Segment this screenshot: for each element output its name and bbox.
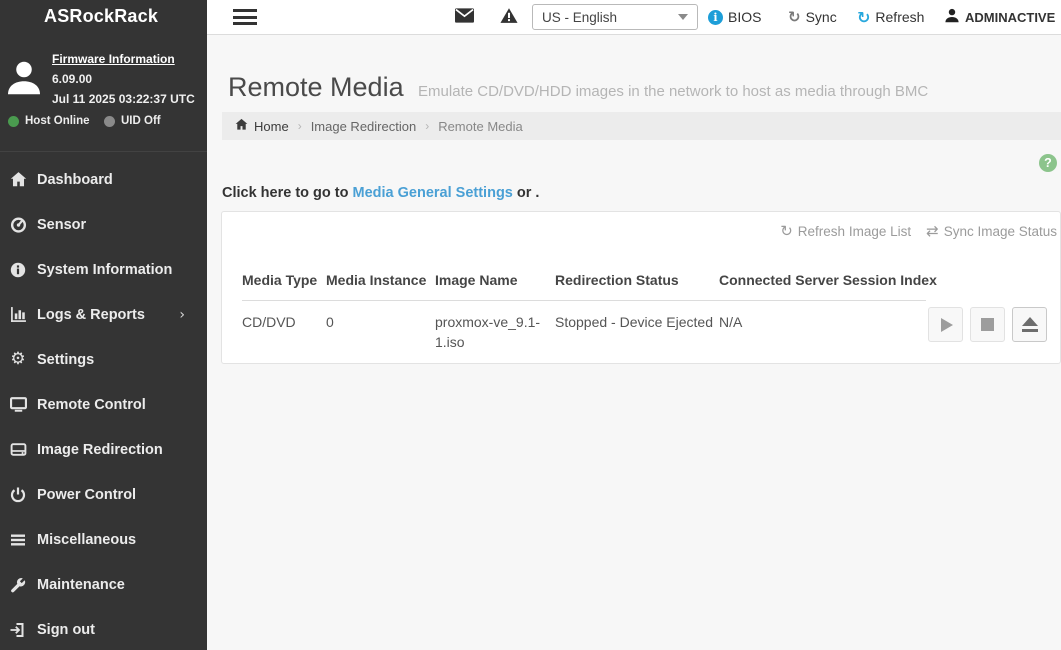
col-image-name: Image Name <box>435 272 555 288</box>
stop-media-button[interactable] <box>970 307 1005 342</box>
cell-session-index: N/A <box>719 312 934 352</box>
host-status: Host Online <box>8 115 90 127</box>
warning-icon <box>500 11 518 28</box>
envelope-icon <box>455 10 474 27</box>
bios-button[interactable]: i BIOS <box>708 0 761 34</box>
media-actions <box>928 307 1047 342</box>
remote-media-panel: ↻ Refresh Image List ⇄ Sync Image Status… <box>221 211 1061 364</box>
gear-icon: ⚙ <box>7 351 29 368</box>
firmware-date: Jul 11 2025 03:22:37 UTC <box>52 92 195 106</box>
firmware-version: 6.09.00 <box>52 72 92 86</box>
firmware-information-link[interactable]: Firmware Information <box>52 52 175 66</box>
sync-button[interactable]: ↻ Sync <box>788 0 837 34</box>
menu-toggle-icon[interactable] <box>233 9 257 29</box>
host-online-dot <box>8 116 19 127</box>
chevron-down-icon <box>678 14 688 20</box>
eject-media-button[interactable] <box>1012 307 1047 342</box>
sidebar-item-image-redirection[interactable]: Image Redirection <box>0 427 207 472</box>
sidebar-item-sensor[interactable]: Sensor <box>0 202 207 247</box>
home-icon <box>235 118 248 134</box>
cell-media-instance: 0 <box>326 312 435 352</box>
sidebar-item-remote-control[interactable]: Remote Control <box>0 382 207 427</box>
col-media-type: Media Type <box>242 272 326 288</box>
sync-label: Sync <box>806 9 837 25</box>
wrench-icon <box>7 577 29 593</box>
sidebar-divider <box>0 151 207 152</box>
sidebar-item-logs-reports[interactable]: Logs & Reports › <box>0 292 207 337</box>
host-status-label: Host Online <box>25 115 90 127</box>
breadcrumb: Home › Image Redirection › Remote Media <box>222 112 1061 140</box>
sidebar-menu: Dashboard Sensor System Information Logs… <box>0 157 207 650</box>
sidebar-item-maintenance[interactable]: Maintenance <box>0 562 207 607</box>
col-redirection-status: Redirection Status <box>555 272 719 288</box>
refresh-image-list-button[interactable]: ↻ Refresh Image List <box>780 224 911 239</box>
sidebar-item-miscellaneous[interactable]: Miscellaneous <box>0 517 207 562</box>
user-icon <box>944 7 960 27</box>
topbar: US - English i BIOS ↻ Sync ↻ Refresh ADM… <box>207 0 1061 35</box>
uid-status: UID Off <box>104 115 161 127</box>
refresh-icon: ↻ <box>857 8 870 27</box>
settings-note: Click here to go to Media General Settin… <box>222 185 539 201</box>
start-media-button[interactable] <box>928 307 963 342</box>
language-select[interactable]: US - English <box>532 4 698 30</box>
cell-media-type: CD/DVD <box>242 312 326 352</box>
cell-redirection-status: Stopped - Device Ejected <box>555 312 719 352</box>
gauge-icon <box>7 216 29 233</box>
power-icon <box>7 487 29 503</box>
chevron-right-icon: › <box>179 307 185 323</box>
user-menu[interactable]: ADMINACTIVE <box>944 0 1061 34</box>
sidebar-item-dashboard[interactable]: Dashboard <box>0 157 207 202</box>
breadcrumb-separator: › <box>425 119 429 133</box>
stop-icon <box>981 318 994 331</box>
help-icon[interactable]: ? <box>1039 154 1057 172</box>
sign-out-icon <box>7 622 29 638</box>
sync-image-status-button[interactable]: ⇄ Sync Image Status <box>926 224 1057 239</box>
table-header-divider <box>242 300 926 301</box>
table-header-row: Media Type Media Instance Image Name Red… <box>242 272 934 288</box>
info-icon <box>7 262 29 278</box>
media-general-settings-link[interactable]: Media General Settings <box>353 185 513 201</box>
bios-info-icon: i <box>708 10 723 25</box>
breadcrumb-current: Remote Media <box>438 119 523 134</box>
home-icon <box>7 171 29 188</box>
brand-logo: ASRockRack <box>44 6 158 27</box>
language-value: US - English <box>542 10 617 25</box>
sidebar-item-settings[interactable]: ⚙ Settings <box>0 337 207 382</box>
breadcrumb-image-redirection[interactable]: Image Redirection <box>311 119 417 134</box>
sidebar-item-power-control[interactable]: Power Control <box>0 472 207 517</box>
bars-icon <box>7 533 29 547</box>
breadcrumb-home[interactable]: Home <box>235 118 289 134</box>
sidebar: ASRockRack Firmware Information 6.09.00 … <box>0 0 207 650</box>
sidebar-item-sign-out[interactable]: Sign out <box>0 607 207 650</box>
play-icon <box>941 318 953 332</box>
messages-button[interactable] <box>455 8 474 28</box>
breadcrumb-separator: › <box>298 119 302 133</box>
refresh-label: Refresh <box>875 9 924 25</box>
bios-label: BIOS <box>728 9 761 25</box>
col-media-instance: Media Instance <box>326 272 435 288</box>
cell-image-name: proxmox-ve_9.1-1.iso <box>435 312 555 352</box>
col-session-index: Connected Server Session Index <box>719 272 934 288</box>
page-subtitle: Emulate CD/DVD/HDD images in the network… <box>418 83 928 100</box>
username-label: ADMINACTIVE <box>965 10 1055 25</box>
page-title: Remote Media <box>228 72 404 102</box>
sidebar-item-system-information[interactable]: System Information <box>0 247 207 292</box>
disk-icon <box>7 441 29 458</box>
bar-chart-icon <box>7 306 29 323</box>
alerts-button[interactable] <box>500 7 518 29</box>
eject-icon <box>1022 317 1038 332</box>
uid-off-dot <box>104 116 115 127</box>
main-content: Remote Media Emulate CD/DVD/HDD images i… <box>207 35 1061 650</box>
user-avatar-icon <box>4 52 44 109</box>
refresh-button[interactable]: ↻ Refresh <box>857 0 924 34</box>
sync-icon: ↻ <box>788 8 801 26</box>
table-row: CD/DVD 0 proxmox-ve_9.1-1.iso Stopped - … <box>242 312 934 352</box>
sync-arrows-icon: ⇄ <box>926 224 939 239</box>
uid-status-label: UID Off <box>121 115 161 127</box>
monitor-icon <box>7 396 29 413</box>
refresh-circle-icon: ↻ <box>780 224 793 239</box>
